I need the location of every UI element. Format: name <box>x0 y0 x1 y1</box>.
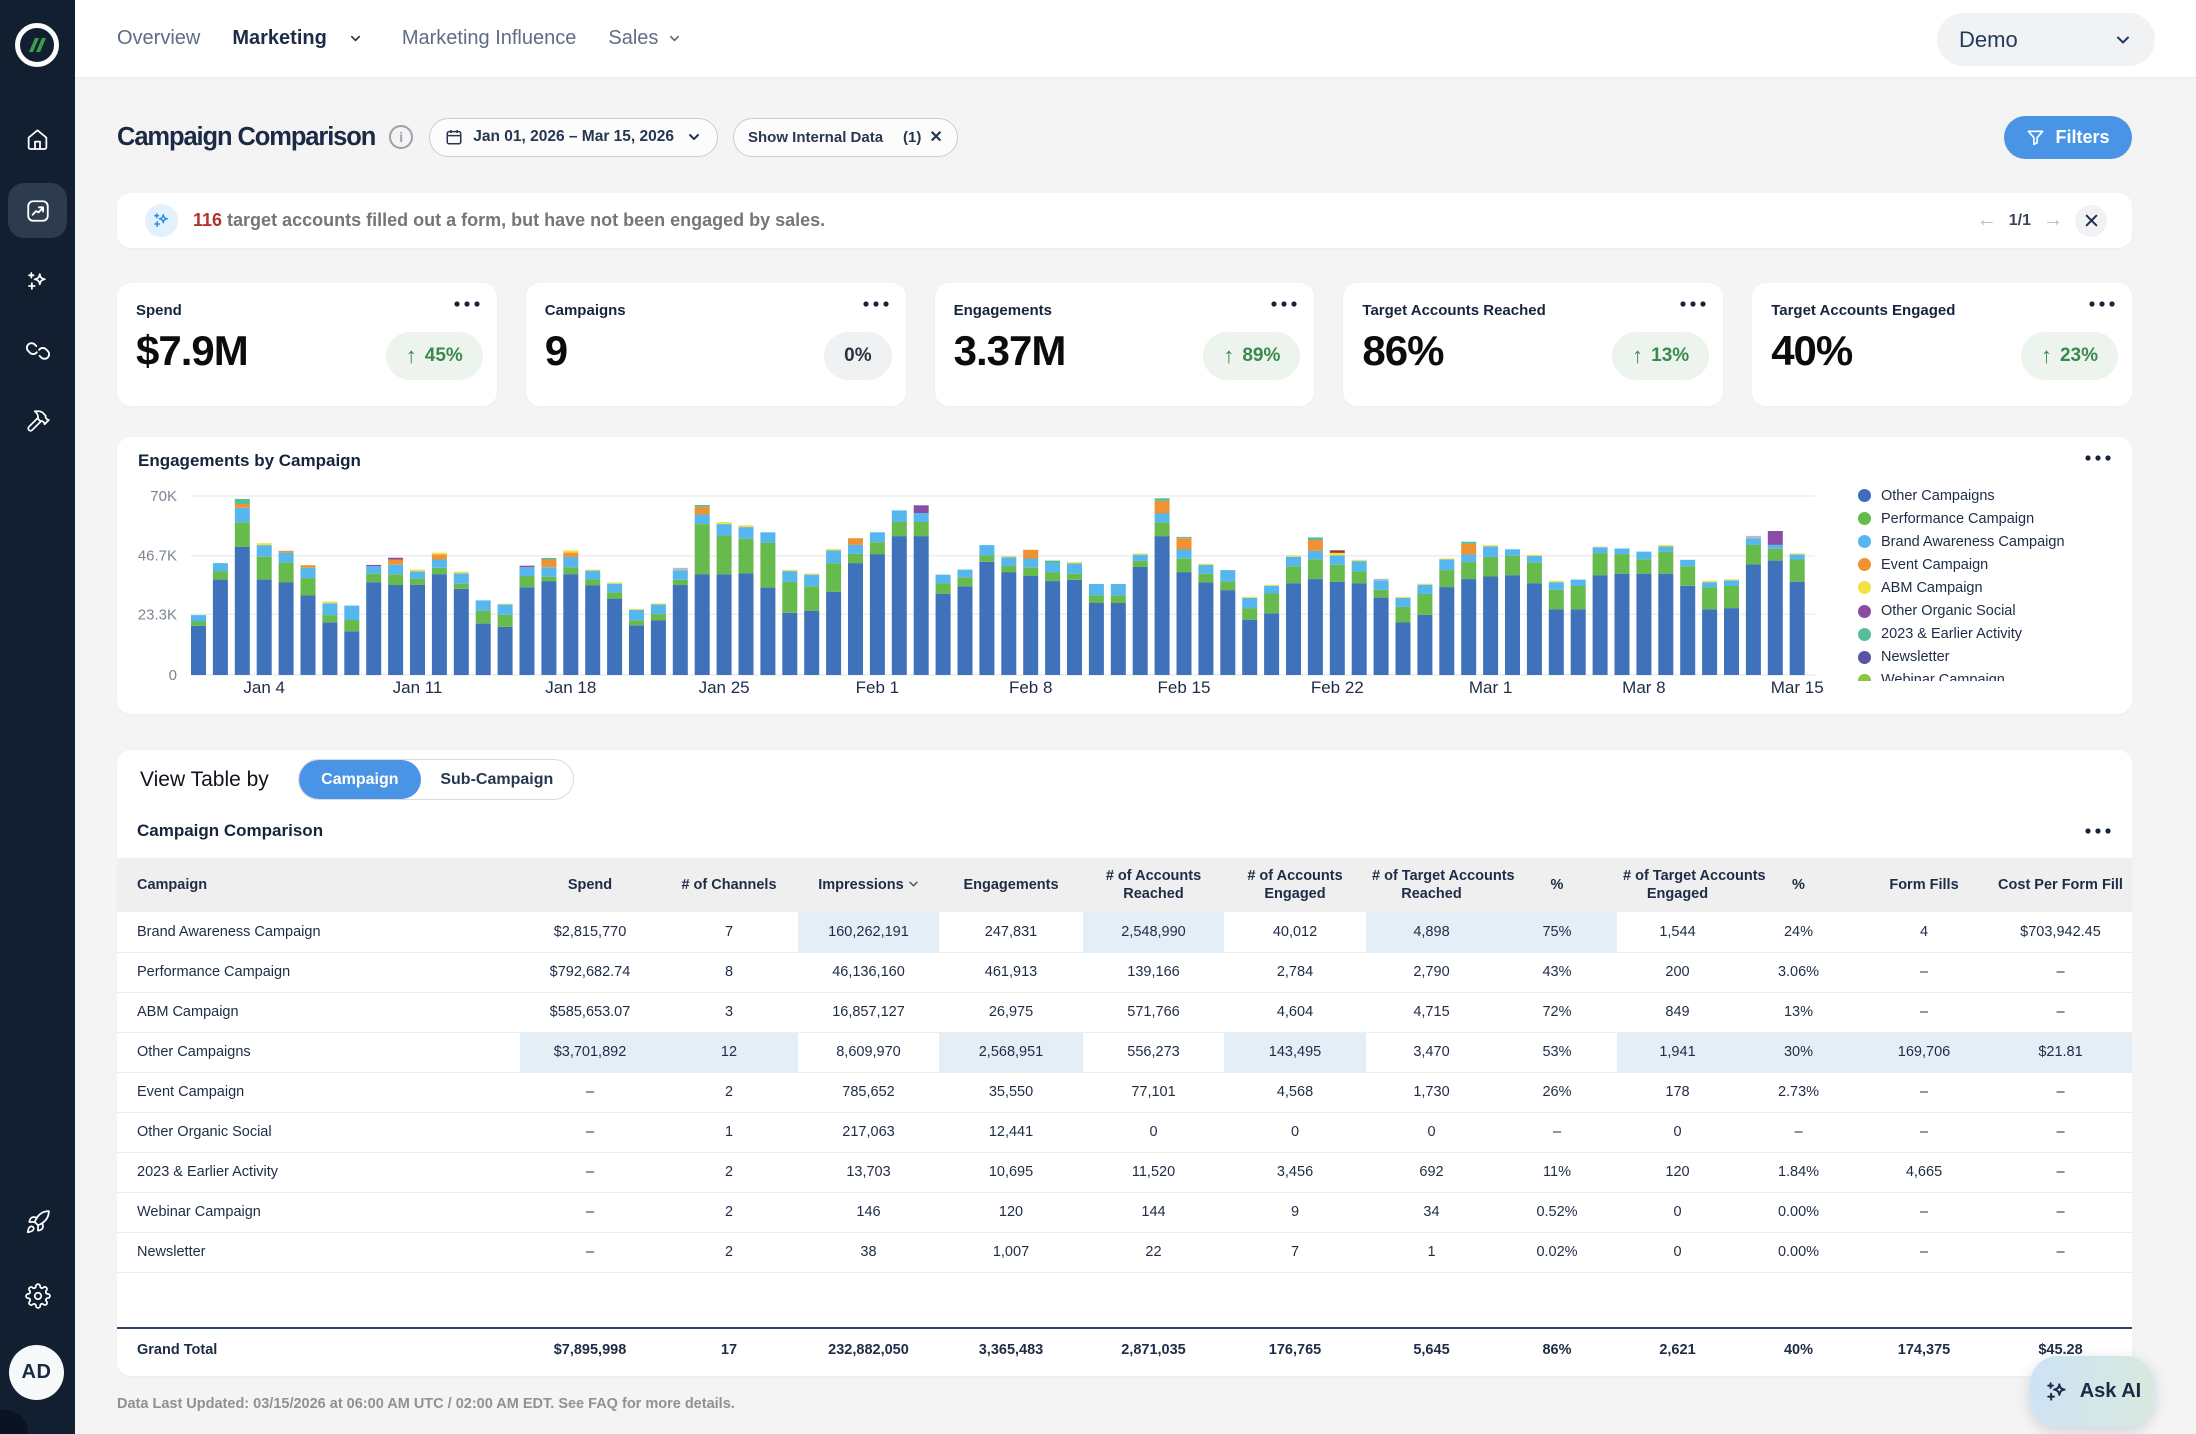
svg-text:Mar 15: Mar 15 <box>1771 678 1824 697</box>
svg-text:Feb 22: Feb 22 <box>1311 678 1364 697</box>
svg-text:Jan 4: Jan 4 <box>243 678 285 697</box>
svg-text:Feb 1: Feb 1 <box>856 678 899 697</box>
svg-text:Mar 1: Mar 1 <box>1469 678 1512 697</box>
svg-text:Feb 15: Feb 15 <box>1158 678 1211 697</box>
svg-text:Mar 8: Mar 8 <box>1622 678 1665 697</box>
svg-text:Feb 8: Feb 8 <box>1009 678 1052 697</box>
svg-text:Jan 25: Jan 25 <box>699 678 750 697</box>
svg-text:0: 0 <box>169 667 177 684</box>
svg-text:70K: 70K <box>150 488 177 505</box>
svg-text:Jan 18: Jan 18 <box>545 678 596 697</box>
svg-text:Jan 11: Jan 11 <box>393 678 443 697</box>
svg-text:23.3K: 23.3K <box>138 606 177 623</box>
svg-text:46.7K: 46.7K <box>138 548 177 565</box>
